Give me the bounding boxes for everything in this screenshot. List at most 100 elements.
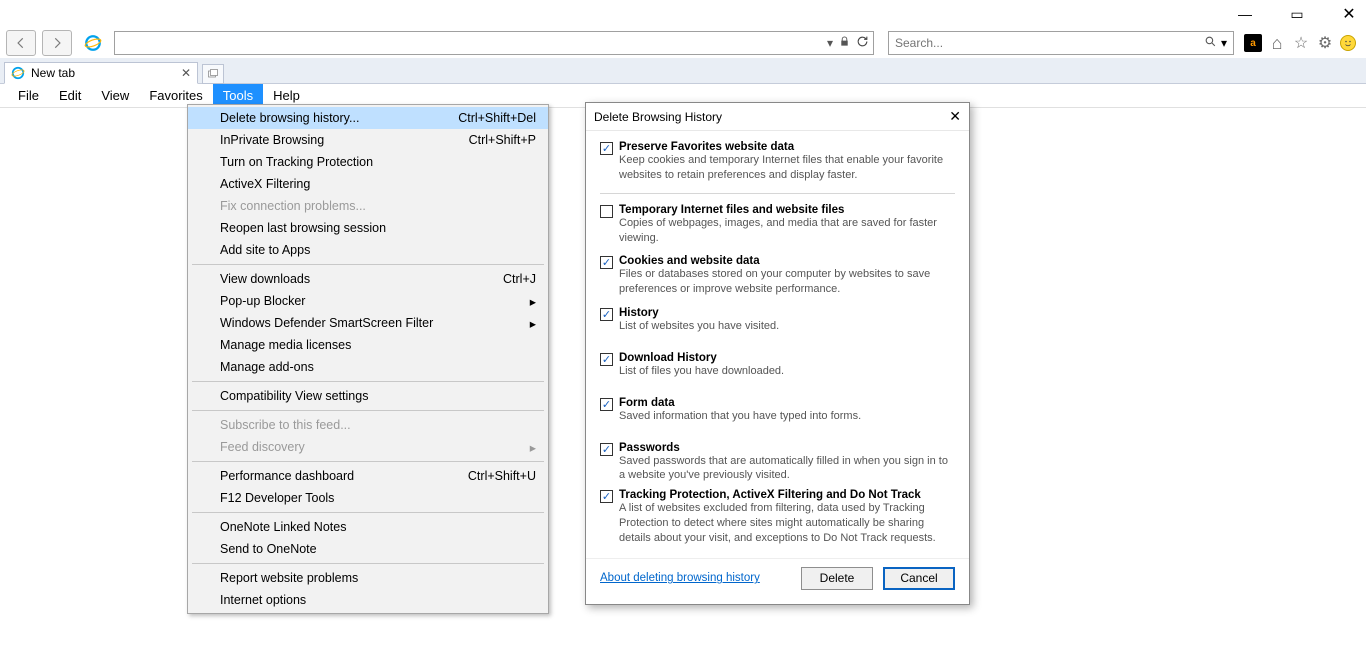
menu-separator [192, 461, 544, 462]
option-desc: List of files you have downloaded. [619, 364, 955, 379]
amazon-icon[interactable]: a [1244, 34, 1262, 52]
browser-tab[interactable]: New tab ✕ [4, 62, 198, 84]
spacer [600, 389, 955, 397]
menu-shortcut: Ctrl+Shift+U [468, 469, 536, 483]
tools-item[interactable]: Add site to Apps [188, 239, 548, 261]
checkbox[interactable] [600, 490, 613, 503]
about-link[interactable]: About deleting browsing history [600, 572, 760, 584]
menu-item-label: Reopen last browsing session [220, 221, 386, 235]
forward-button[interactable] [42, 30, 72, 56]
menu-separator [192, 512, 544, 513]
tools-item[interactable]: Turn on Tracking Protection [188, 151, 548, 173]
menu-view[interactable]: View [91, 84, 139, 107]
option-text: Download HistoryList of files you have d… [619, 352, 955, 379]
search-input[interactable] [895, 36, 1204, 50]
menu-file[interactable]: File [8, 84, 49, 107]
option-text: HistoryList of websites you have visited… [619, 307, 955, 334]
tools-item[interactable]: Compatibility View settings [188, 385, 548, 407]
menu-item-label: InPrivate Browsing [220, 133, 324, 147]
tools-item[interactable]: Report website problems [188, 567, 548, 589]
maximize-button[interactable]: ▭ [1284, 4, 1310, 24]
address-bar[interactable]: ▾ [114, 31, 874, 55]
option-title: Tracking Protection, ActiveX Filtering a… [619, 489, 955, 501]
search-icon[interactable] [1204, 35, 1217, 51]
option-desc: Files or databases stored on your comput… [619, 267, 955, 297]
delete-button[interactable]: Delete [801, 567, 873, 590]
refresh-icon[interactable] [856, 35, 869, 51]
search-dropdown-icon[interactable]: ▾ [1221, 36, 1227, 50]
menu-separator [192, 410, 544, 411]
dialog-titlebar: Delete Browsing History ✕ [586, 103, 969, 131]
option-desc: A list of websites excluded from filteri… [619, 501, 955, 546]
tools-item[interactable]: Send to OneNote [188, 538, 548, 560]
divider [600, 193, 955, 194]
menu-shortcut: Ctrl+Shift+Del [458, 111, 536, 125]
tools-item[interactable]: Manage add-ons [188, 356, 548, 378]
menu-item-label: Report website problems [220, 571, 358, 585]
menu-item-label: ActiveX Filtering [220, 177, 310, 191]
home-icon[interactable]: ⌂ [1268, 34, 1286, 52]
dialog-option: Preserve Favorites website dataKeep cook… [600, 141, 955, 183]
favorites-star-icon[interactable]: ☆ [1292, 34, 1310, 52]
tools-item[interactable]: Delete browsing history...Ctrl+Shift+Del [188, 107, 548, 129]
option-text: Cookies and website dataFiles or databas… [619, 255, 955, 297]
ie-logo-icon [84, 34, 102, 52]
option-title: Form data [619, 397, 955, 409]
checkbox[interactable] [600, 308, 613, 321]
back-button[interactable] [6, 30, 36, 56]
minimize-button[interactable]: — [1232, 4, 1258, 24]
option-desc: Saved passwords that are automatically f… [619, 454, 955, 484]
checkbox[interactable] [600, 398, 613, 411]
menu-shortcut: Ctrl+Shift+P [469, 133, 536, 147]
menu-shortcut: Ctrl+J [503, 272, 536, 286]
menu-item-label: F12 Developer Tools [220, 491, 334, 505]
tools-item: Subscribe to this feed... [188, 414, 548, 436]
menu-item-label: Performance dashboard [220, 469, 354, 483]
checkbox[interactable] [600, 256, 613, 269]
checkbox[interactable] [600, 142, 613, 155]
submenu-arrow-icon: ▸ [530, 440, 536, 455]
checkbox[interactable] [600, 443, 613, 456]
tools-item[interactable]: Manage media licenses [188, 334, 548, 356]
tools-item[interactable]: OneNote Linked Notes [188, 516, 548, 538]
menu-item-label: Turn on Tracking Protection [220, 155, 373, 169]
tools-item[interactable]: View downloadsCtrl+J [188, 268, 548, 290]
menu-item-label: Add site to Apps [220, 243, 310, 257]
tools-item[interactable]: Windows Defender SmartScreen Filter▸ [188, 312, 548, 334]
settings-gear-icon[interactable]: ⚙ [1316, 34, 1334, 52]
title-bar: — ▭ ✕ [0, 0, 1366, 28]
address-dropdown-icon[interactable]: ▾ [827, 36, 833, 50]
tools-item[interactable]: Internet options [188, 589, 548, 611]
tools-item[interactable]: Pop-up Blocker▸ [188, 290, 548, 312]
option-title: Cookies and website data [619, 255, 955, 267]
tools-item[interactable]: F12 Developer Tools [188, 487, 548, 509]
checkbox[interactable] [600, 353, 613, 366]
new-tab-button[interactable] [202, 64, 224, 84]
cancel-button[interactable]: Cancel [883, 567, 955, 590]
menu-item-label: Send to OneNote [220, 542, 317, 556]
lock-icon [839, 36, 850, 50]
smiley-icon[interactable] [1340, 35, 1356, 51]
spacer [600, 434, 955, 442]
tab-strip: New tab ✕ [0, 58, 1366, 84]
submenu-arrow-icon: ▸ [530, 316, 536, 331]
search-box[interactable]: ▾ [888, 31, 1234, 55]
option-title: History [619, 307, 955, 319]
window-close-button[interactable]: ✕ [1336, 4, 1362, 24]
option-desc: Keep cookies and temporary Internet file… [619, 153, 955, 183]
tools-item: Fix connection problems... [188, 195, 548, 217]
option-title: Download History [619, 352, 955, 364]
tools-item[interactable]: Reopen last browsing session [188, 217, 548, 239]
tools-item: Feed discovery ▸ [188, 436, 548, 458]
tab-close-icon[interactable]: ✕ [181, 66, 191, 80]
menu-edit[interactable]: Edit [49, 84, 91, 107]
tools-item[interactable]: InPrivate Browsing Ctrl+Shift+P [188, 129, 548, 151]
tools-item[interactable]: ActiveX Filtering [188, 173, 548, 195]
tools-item[interactable]: Performance dashboard Ctrl+Shift+U [188, 465, 548, 487]
dialog-option: HistoryList of websites you have visited… [600, 307, 955, 334]
menu-item-label: Manage media licenses [220, 338, 351, 352]
checkbox[interactable] [600, 205, 613, 218]
dialog-close-icon[interactable]: ✕ [949, 108, 961, 125]
menu-item-label: Feed discovery [220, 440, 305, 454]
menu-separator [192, 563, 544, 564]
